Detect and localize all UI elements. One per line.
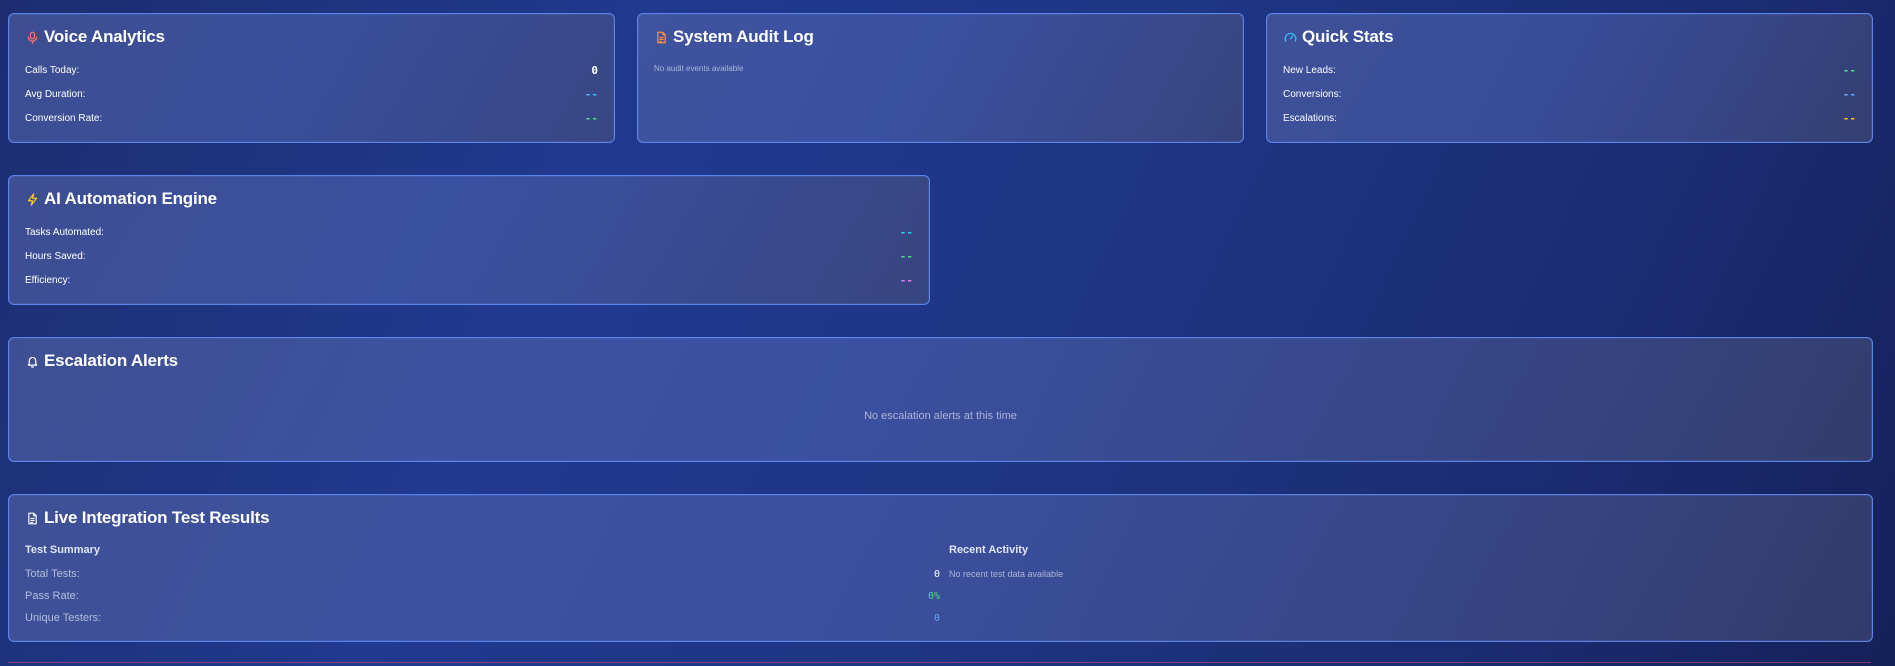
lightning-bolt-icon [25, 192, 39, 206]
total-tests-value: 0 [933, 568, 940, 580]
escalation-alerts-title-text: Escalation Alerts [44, 351, 178, 370]
automation-engine-title: AI Automation Engine [25, 189, 217, 209]
audit-log-card: System Audit Log No audit events availab… [637, 13, 1244, 143]
automation-engine-title-text: AI Automation Engine [44, 189, 217, 208]
stat-row-efficiency: Efficiency: -- [25, 274, 913, 287]
escalation-empty-message: No escalation alerts at this time [864, 410, 1017, 422]
stat-row-avg-duration: Avg Duration: -- [25, 88, 598, 101]
audit-log-empty-message: No audit events available [654, 64, 744, 73]
gauge-icon [1283, 30, 1297, 44]
integration-results-card: Live Integration Test Results Test Summa… [8, 494, 1873, 642]
quick-stats-title: Quick Stats [1283, 27, 1394, 47]
hours-saved-value: -- [899, 250, 913, 263]
avg-duration-value: -- [584, 88, 598, 101]
stat-row-conversion-rate: Conversion Rate: -- [25, 112, 598, 125]
escalations-value: -- [1842, 112, 1856, 125]
quick-stats-card: Quick Stats New Leads: -- Conversions: -… [1266, 13, 1873, 143]
file-text-icon [25, 511, 39, 525]
efficiency-value: -- [899, 274, 913, 287]
escalation-alerts-card: Escalation Alerts No escalation alerts a… [8, 337, 1873, 462]
audit-log-title-text: System Audit Log [673, 27, 814, 46]
test-summary-heading: Test Summary [25, 544, 100, 556]
bottom-divider [8, 662, 1871, 666]
unique-testers-value: 0 [933, 612, 940, 624]
tasks-automated-value: -- [899, 226, 913, 239]
bell-icon [25, 354, 39, 368]
microphone-icon [25, 30, 39, 44]
new-leads-value: -- [1842, 64, 1856, 77]
recent-activity-empty-message: No recent test data available [949, 569, 1064, 579]
integration-results-title-text: Live Integration Test Results [44, 508, 270, 527]
stat-row-new-leads: New Leads: -- [1283, 64, 1856, 77]
voice-analytics-title-text: Voice Analytics [44, 27, 165, 46]
voice-analytics-card: Voice Analytics Calls Today: 0 Avg Durat… [8, 13, 615, 143]
stat-row-hours-saved: Hours Saved: -- [25, 250, 913, 263]
automation-engine-card: AI Automation Engine Tasks Automated: --… [8, 175, 930, 305]
stat-row-conversions: Conversions: -- [1283, 88, 1856, 101]
conversion-rate-value: -- [584, 112, 598, 125]
document-icon [654, 30, 668, 44]
test-row-total-tests: Total Tests: 0 [25, 568, 940, 580]
stat-row-calls-today: Calls Today: 0 [25, 64, 598, 77]
test-row-pass-rate: Pass Rate: 0% [25, 590, 940, 602]
test-row-unique-testers: Unique Testers: 0 [25, 612, 940, 624]
conversions-value: -- [1842, 88, 1856, 101]
integration-results-title: Live Integration Test Results [25, 508, 270, 528]
stat-row-escalations: Escalations: -- [1283, 112, 1856, 125]
audit-log-title: System Audit Log [654, 27, 814, 47]
voice-analytics-title: Voice Analytics [25, 27, 165, 47]
stat-row-tasks-automated: Tasks Automated: -- [25, 226, 913, 239]
pass-rate-value: 0% [927, 590, 940, 602]
quick-stats-title-text: Quick Stats [1302, 27, 1394, 46]
calls-today-value: 0 [591, 64, 598, 77]
recent-activity-heading: Recent Activity [949, 544, 1029, 556]
escalation-alerts-title: Escalation Alerts [25, 351, 178, 371]
